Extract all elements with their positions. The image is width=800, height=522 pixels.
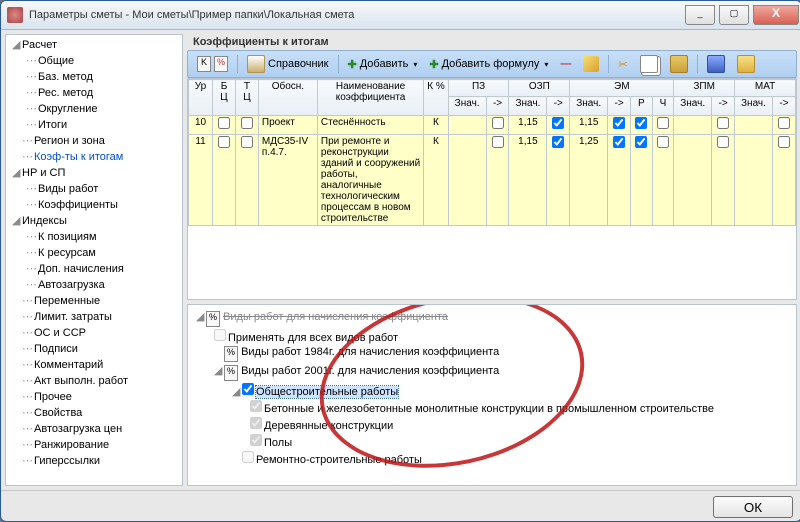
sidebar-tree[interactable]: ◢Расчет⋯Общие⋯Баз. метод⋯Рес. метод⋯Окру…	[5, 34, 183, 486]
save-button[interactable]	[702, 52, 730, 76]
toolbar: K% Справочник ✚Добавить▾ ✚Добавить форму…	[187, 50, 797, 78]
delete-button[interactable]: —	[555, 55, 576, 73]
work-types-tree[interactable]: ◢% Виды работ для начисления коэффициент…	[187, 304, 797, 486]
maximize-button[interactable]: ▢	[719, 5, 749, 25]
cut-button[interactable]: ✂	[613, 55, 632, 74]
sidebar-item[interactable]: ⋯Переменные	[8, 293, 180, 309]
sidebar-item[interactable]: ⋯Автозагрузка	[8, 277, 180, 293]
sidebar-item[interactable]: ⋯Лимит. затраты	[8, 309, 180, 325]
tree-node[interactable]: Деревянные конструкции	[250, 416, 788, 433]
titlebar: Параметры сметы - Мои сметы\Пример папки…	[1, 1, 800, 30]
tree-node[interactable]: Бетонные и железобетонные монолитные кон…	[250, 399, 788, 416]
section-title: Коэффициенты к итогам	[187, 34, 797, 50]
sidebar-item[interactable]: ⋯Баз. метод	[8, 69, 180, 85]
tree-node[interactable]: Полы	[250, 433, 788, 450]
sidebar-item[interactable]: ⋯Подписи	[8, 341, 180, 357]
table-row[interactable]: 11МДС35-IV п.4.7.При ремонте и реконстру…	[189, 135, 796, 226]
close-button[interactable]: X	[753, 5, 799, 25]
sidebar-item[interactable]: ⋯Рес. метод	[8, 85, 180, 101]
sidebar-item[interactable]: ⋯Прочее	[8, 389, 180, 405]
tree-node[interactable]: Ремонтно-строительные работы	[232, 450, 788, 467]
open-button[interactable]	[732, 52, 760, 76]
sidebar-item[interactable]: ⋯К позициям	[8, 229, 180, 245]
sidebar-item[interactable]: ⋯Ранжирование	[8, 437, 180, 453]
sidebar-item[interactable]: ⋯Регион и зона	[8, 133, 180, 149]
reference-button[interactable]: Справочник	[242, 52, 334, 76]
sidebar-item[interactable]: ◢Расчет	[8, 37, 180, 53]
sidebar-item[interactable]: ⋯Общие	[8, 53, 180, 69]
minimize-button[interactable]: _	[685, 5, 715, 25]
table-row[interactable]: 10ПроектСтеснённостьК1,151,15	[189, 116, 796, 135]
sidebar-item[interactable]: ⋯Итоги	[8, 117, 180, 133]
app-icon	[7, 7, 23, 23]
add-formula-button[interactable]: ✚Добавить формулу▾	[424, 55, 553, 74]
sidebar-item[interactable]: ⋯ОС и ССР	[8, 325, 180, 341]
paste-button[interactable]	[665, 52, 693, 76]
tree-node-general-construction[interactable]: ◢Общестроительные работы	[232, 382, 788, 399]
sidebar-item[interactable]: ⋯Свойства	[8, 405, 180, 421]
sidebar-item[interactable]: ⋯Коэффициенты	[8, 197, 180, 213]
sidebar-item[interactable]: ⋯Автозагрузка цен	[8, 421, 180, 437]
sidebar-item[interactable]: ⋯Акт выполн. работ	[8, 373, 180, 389]
coefficients-grid[interactable]: УрБ ЦТ ЦОбосн.Наименование коэффициентаК…	[187, 78, 797, 300]
sidebar-item[interactable]: ⋯Округление	[8, 101, 180, 117]
window-title: Параметры сметы - Мои сметы\Пример папки…	[29, 9, 683, 21]
sidebar-item[interactable]: ⋯Коэф-ты к итогам	[8, 149, 180, 165]
sidebar-item[interactable]: ⋯Комментарий	[8, 357, 180, 373]
copy-button[interactable]	[635, 52, 663, 76]
sidebar-item[interactable]: ⋯Виды работ	[8, 181, 180, 197]
edit-button[interactable]	[578, 53, 604, 75]
sidebar-item[interactable]: ⋯Гиперссылки	[8, 453, 180, 469]
sidebar-item[interactable]: ◢Индексы	[8, 213, 180, 229]
sidebar-item[interactable]: ⋯Доп. начисления	[8, 261, 180, 277]
add-button[interactable]: ✚Добавить▾	[343, 55, 423, 74]
sidebar-item[interactable]: ◢НР и СП	[8, 165, 180, 181]
ok-button[interactable]: ОК	[713, 496, 793, 518]
kpercent-button[interactable]: K%	[192, 53, 233, 75]
sidebar-item[interactable]: ⋯К ресурсам	[8, 245, 180, 261]
